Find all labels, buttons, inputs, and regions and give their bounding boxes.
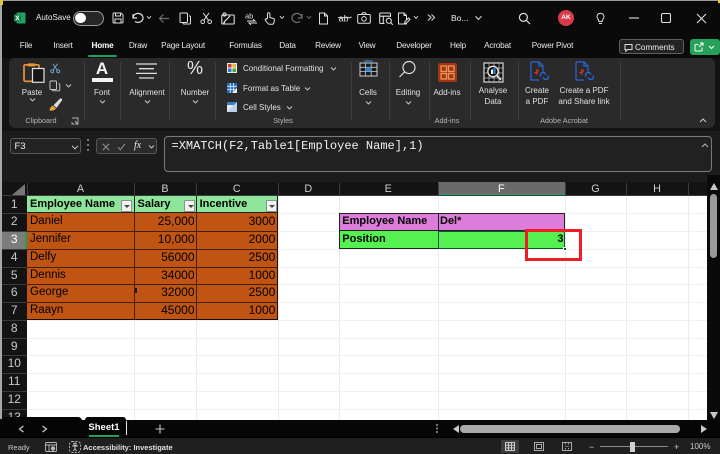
- svg-text:X: X: [15, 15, 20, 22]
- svg-text:ab: ab: [245, 12, 253, 21]
- svg-text:ab: ab: [339, 14, 349, 24]
